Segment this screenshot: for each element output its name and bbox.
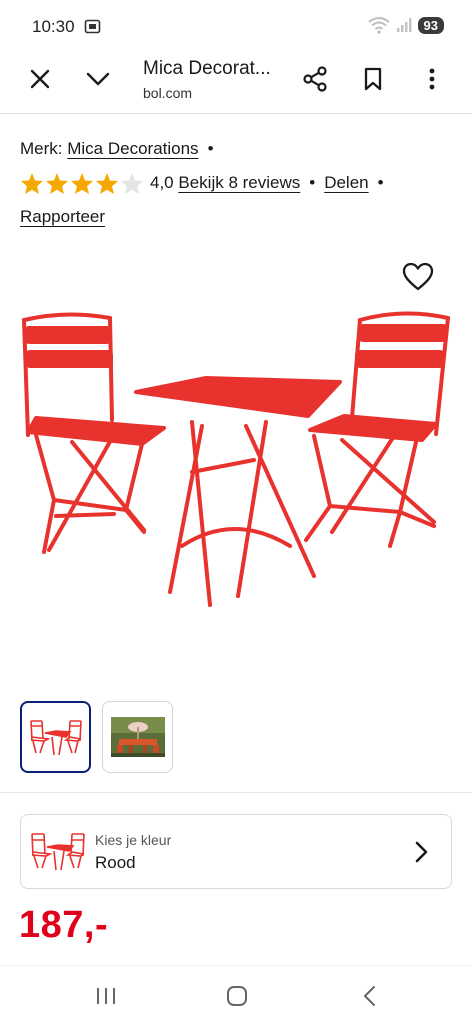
back-icon <box>364 986 375 1006</box>
browser-toolbar: Mica Decorat... bol.com <box>0 52 472 114</box>
brand-row: Merk: Mica Decorations • <box>20 132 460 166</box>
page-title[interactable]: Mica Decorat... <box>143 58 271 80</box>
separator: • <box>309 173 316 192</box>
product-meta: Merk: Mica Decorations • 4,0 Bekijk 8 rev… <box>20 132 460 234</box>
signal-icon <box>396 18 412 32</box>
color-picker-value: Rood <box>95 853 136 872</box>
close-button[interactable] <box>26 65 54 93</box>
wifi-icon <box>367 17 390 34</box>
share-link[interactable]: Delen <box>324 173 368 193</box>
report-row: Rapporteer <box>20 200 460 234</box>
thumbnail-product[interactable] <box>20 701 91 773</box>
reviews-link[interactable]: Bekijk 8 reviews <box>178 173 300 193</box>
brand-link[interactable]: Mica Decorations <box>67 139 198 159</box>
status-bar: 10:30 93 <box>0 0 472 52</box>
rating-value: 4,0 <box>150 173 174 192</box>
status-time: 10:30 <box>32 17 75 36</box>
chevron-right-icon <box>415 841 428 863</box>
section-divider <box>0 792 472 793</box>
minimize-button[interactable] <box>84 65 112 93</box>
star-icon <box>96 172 118 194</box>
star-rating <box>20 172 144 195</box>
thumbnail-image <box>110 717 165 757</box>
battery-indicator: 93 <box>417 16 444 34</box>
thumbnail-image <box>29 720 82 756</box>
back-button[interactable] <box>358 984 382 1008</box>
page-url[interactable]: bol.com <box>143 85 192 101</box>
bookmark-icon <box>364 67 382 91</box>
system-navigation-bar <box>0 965 472 1024</box>
home-icon <box>227 986 247 1006</box>
recent-apps-icon <box>97 988 115 1004</box>
home-button[interactable] <box>225 984 249 1008</box>
rating-row: 4,0 Bekijk 8 reviews • Delen • <box>20 166 460 200</box>
color-picker-label: Kies je kleur <box>95 832 172 848</box>
recent-apps-button[interactable] <box>94 984 118 1008</box>
star-icon <box>46 172 68 194</box>
separator: • <box>207 139 214 158</box>
star-icon <box>121 172 143 194</box>
color-selector[interactable]: Kies je kleur Rood <box>20 814 452 889</box>
star-icon <box>71 172 93 194</box>
bookmark-button[interactable] <box>359 65 387 93</box>
thumbnail-lifestyle[interactable] <box>102 701 173 773</box>
chevron-down-icon <box>86 72 110 86</box>
status-indicators: 93 <box>367 16 444 34</box>
product-image[interactable] <box>14 300 458 620</box>
color-swatch-image <box>31 833 85 871</box>
heart-icon[interactable] <box>402 262 434 292</box>
share-button[interactable] <box>301 65 329 93</box>
image-thumbnails <box>20 701 173 773</box>
more-icon <box>429 68 435 90</box>
report-link[interactable]: Rapporteer <box>20 207 105 227</box>
share-icon <box>303 66 327 92</box>
brand-prefix: Merk: <box>20 139 63 158</box>
cast-icon <box>84 19 101 34</box>
star-icon <box>21 172 43 194</box>
price: 187,- <box>19 904 109 946</box>
close-icon <box>30 69 50 89</box>
more-options-button[interactable] <box>418 65 446 93</box>
separator: • <box>377 173 384 192</box>
